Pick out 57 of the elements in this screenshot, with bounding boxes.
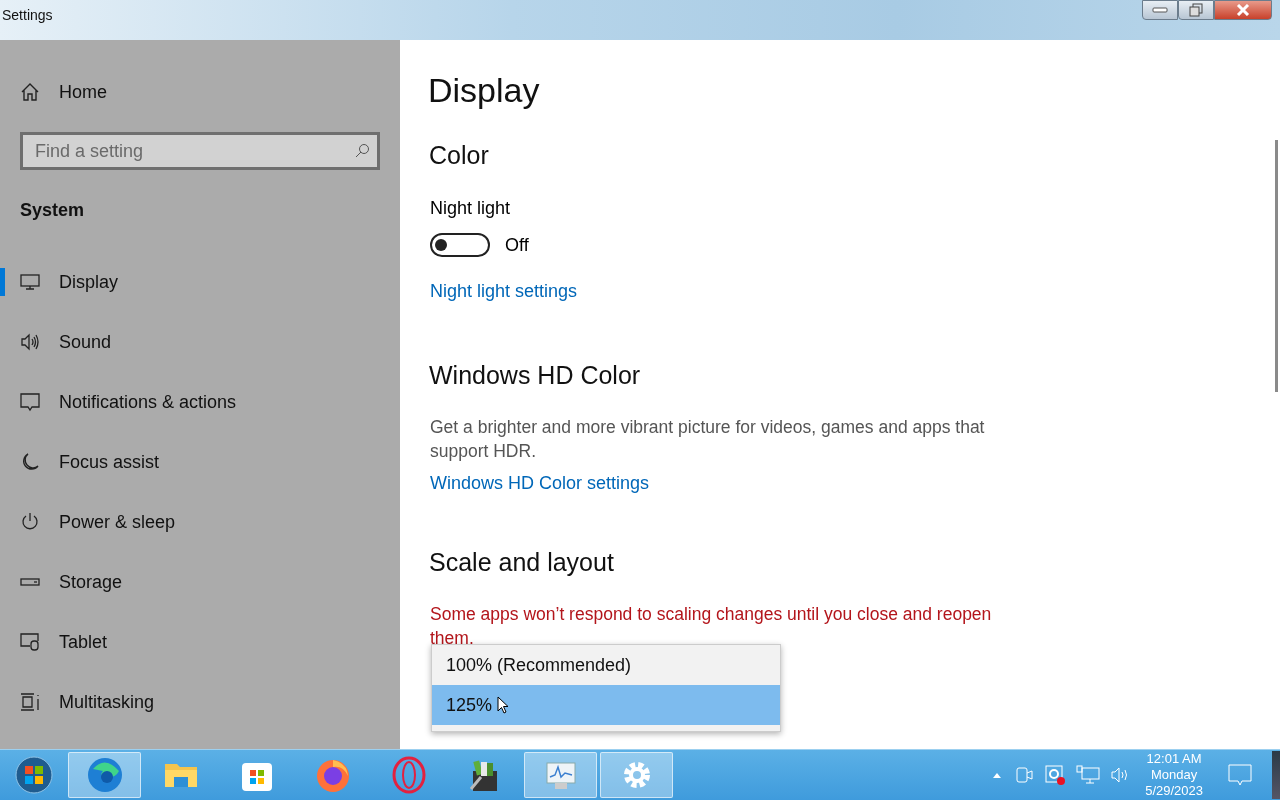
settings-link[interactable]: Windows HD Color settings xyxy=(430,472,650,494)
nav-item[interactable]: Notifications & actions xyxy=(0,372,400,432)
minimize-button[interactable] xyxy=(1142,0,1178,20)
section-heading: Scale and layout xyxy=(429,547,615,577)
nav-label: Notifications & actions xyxy=(59,391,237,413)
network-icon[interactable] xyxy=(1076,765,1101,785)
tablet-icon xyxy=(20,632,40,652)
nav-item[interactable]: Sound xyxy=(0,312,400,372)
nav-label: Power & sleep xyxy=(59,511,176,533)
scrollbar[interactable] xyxy=(1275,140,1278,392)
restore-button[interactable] xyxy=(1178,0,1214,20)
search-icon xyxy=(354,143,370,159)
toggle-switch[interactable] xyxy=(430,233,490,257)
search-field[interactable]: Find a setting xyxy=(20,132,380,170)
window-title: Settings xyxy=(2,7,53,23)
close-button[interactable] xyxy=(1214,0,1272,20)
windows-logo-icon xyxy=(14,755,54,795)
section-heading: Windows HD Color xyxy=(429,360,642,390)
dropdown-option[interactable]: 125% xyxy=(432,685,780,725)
notification-icon[interactable] xyxy=(1228,764,1252,786)
close-icon xyxy=(1236,4,1250,16)
camera-icon[interactable] xyxy=(1014,765,1035,785)
toggle-state: Off xyxy=(505,234,529,256)
speaker-icon xyxy=(20,332,40,352)
nav-item[interactable]: Display xyxy=(0,252,400,312)
section-heading: System xyxy=(20,200,86,220)
page-title: Display xyxy=(428,70,541,110)
nav-label: Display xyxy=(59,271,119,293)
nav-label: Storage xyxy=(59,571,123,593)
taskbar-app-button[interactable] xyxy=(68,752,141,798)
caret-icon xyxy=(993,772,1002,778)
nav-item[interactable]: Tablet xyxy=(0,612,400,672)
power-icon xyxy=(20,512,40,532)
nav-label: Sound xyxy=(59,331,112,353)
settings-link[interactable]: Night light settings xyxy=(430,280,578,302)
section-heading: Color xyxy=(429,140,490,170)
show-desktop-button[interactable] xyxy=(1272,751,1280,799)
nav-item[interactable]: Focus assist xyxy=(0,432,400,492)
monitor-icon xyxy=(20,272,40,292)
home-nav-item[interactable]: Home xyxy=(0,68,400,116)
moon-icon xyxy=(20,452,40,472)
nav-item[interactable]: Multitasking xyxy=(0,672,400,732)
home-icon xyxy=(20,82,40,102)
description-text: Get a brighter and more vibrant picture for videos, games and apps that support HDR. xyxy=(430,416,986,463)
restore-icon xyxy=(1189,3,1203,17)
message-icon xyxy=(20,392,40,412)
nav-item[interactable]: Power & sleep xyxy=(0,492,400,552)
display-icon[interactable] xyxy=(1044,764,1067,786)
multitask-icon xyxy=(20,692,40,712)
nav-label: Tablet xyxy=(59,631,108,653)
mouse-pointer-icon xyxy=(497,696,509,714)
nav-item[interactable]: Storage xyxy=(0,552,400,612)
nav-label: Multitasking xyxy=(59,691,155,713)
minimize-icon xyxy=(1152,6,1168,14)
nav-label: Home xyxy=(59,81,107,103)
setting-label: Night light xyxy=(430,197,512,219)
nav-label: Focus assist xyxy=(59,451,160,473)
